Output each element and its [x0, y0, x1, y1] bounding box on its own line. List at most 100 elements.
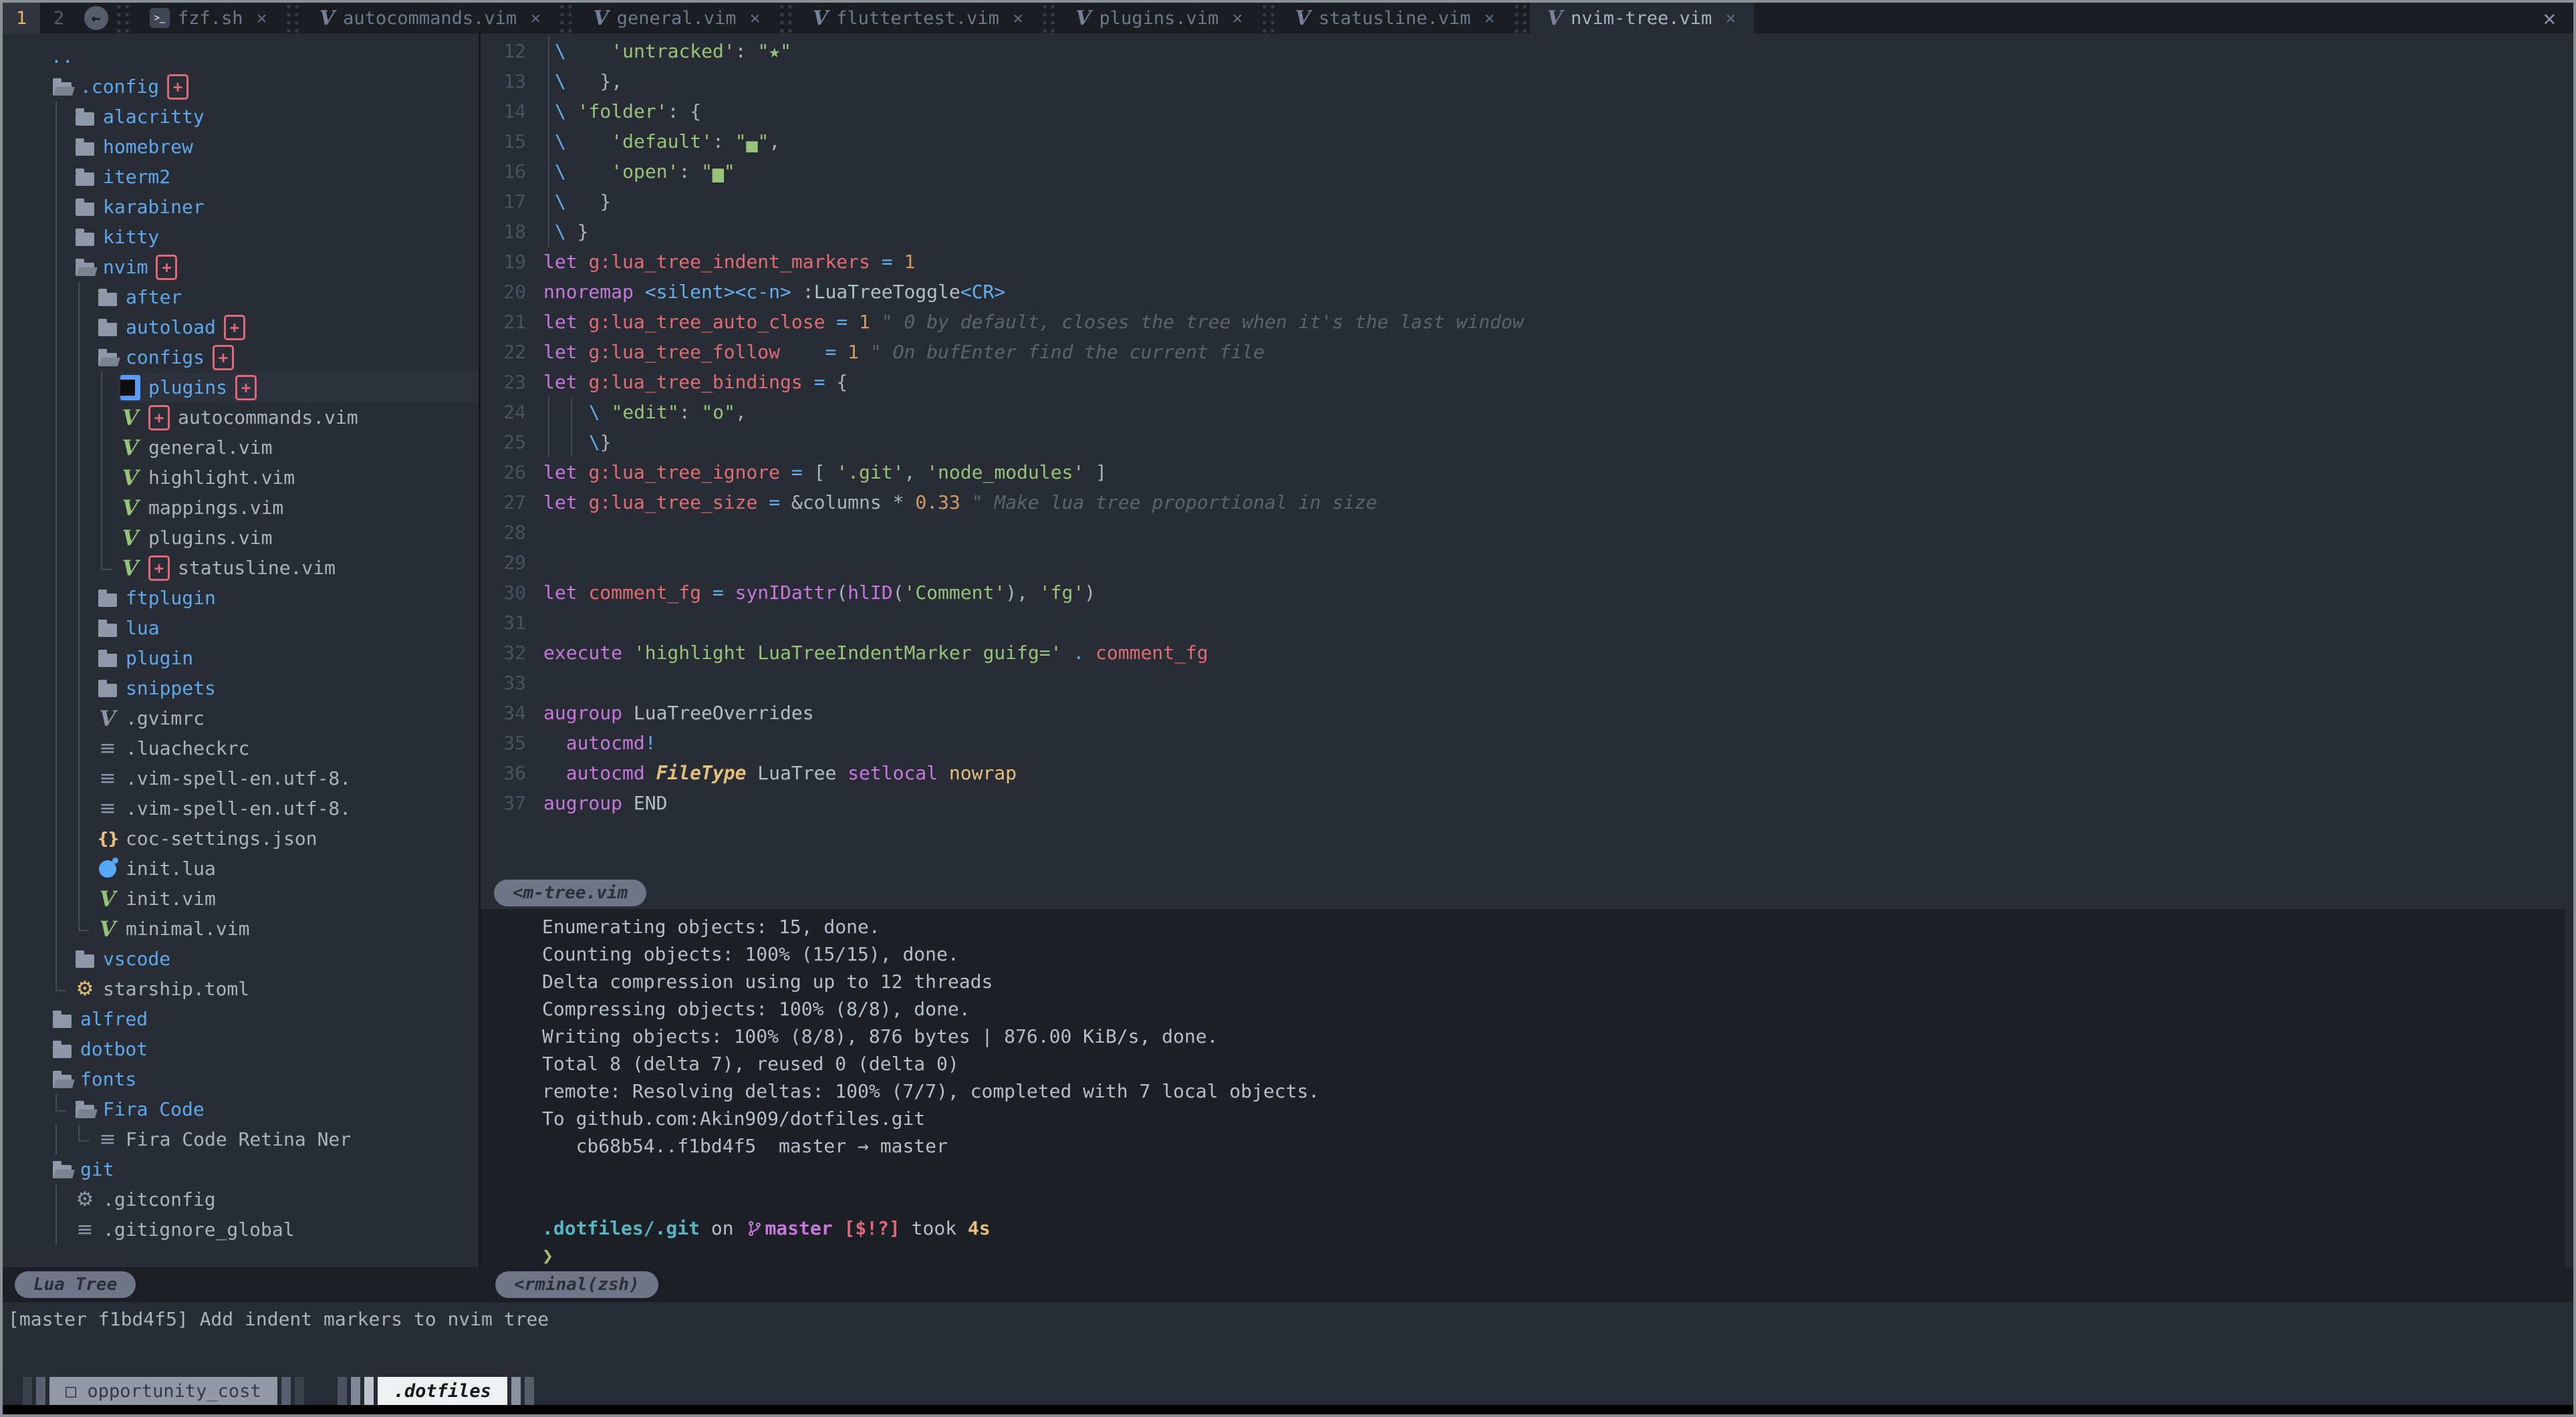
- buffer-close-icon[interactable]: ×: [1484, 8, 1495, 29]
- line-number: 37: [481, 792, 526, 814]
- code-token: \: [555, 130, 566, 152]
- folder-icon: [51, 1006, 74, 1033]
- code-line: 30let comment_fg = synIDattr(hlID('Comme…: [481, 577, 2573, 608]
- tree-item-vscode[interactable]: vscode: [3, 944, 479, 974]
- buffer-close-icon[interactable]: ×: [1013, 8, 1023, 29]
- line-number: 25: [481, 431, 526, 453]
- buffer-tab-nvim-tree.vim[interactable]: Vnvim-tree.vim×: [1530, 3, 1754, 33]
- bottom-black-strip: [3, 1405, 2573, 1414]
- buffer-close-icon[interactable]: ×: [530, 8, 541, 29]
- terminal-token: remote: Resolving deltas: 100% (7/7), co…: [542, 1080, 1319, 1102]
- buffer-tab-fluttertest.vim[interactable]: Vfluttertest.vim×: [795, 3, 1041, 33]
- tree-item-iterm2[interactable]: iterm2: [3, 162, 479, 192]
- tree-item-label: init.lua: [126, 858, 216, 880]
- code-token: =: [825, 311, 859, 333]
- tree-item-kitty[interactable]: kitty: [3, 222, 479, 252]
- tree-item-statusline.vim[interactable]: V+statusline.vim: [3, 553, 479, 583]
- code-token: let: [543, 582, 588, 604]
- tree-item-ftplugin[interactable]: ftplugin: [3, 583, 479, 613]
- tree-item-snippets[interactable]: snippets: [3, 673, 479, 703]
- tree-item-label: .luacheckrc: [126, 737, 249, 759]
- tabpage-2[interactable]: 2: [40, 3, 78, 33]
- tree-item-.gitignore-global[interactable]: ≡.gitignore_global: [3, 1214, 479, 1245]
- tree-item-.gitconfig[interactable]: ⚙.gitconfig: [3, 1184, 479, 1214]
- tree-item-dotbot[interactable]: dotbot: [3, 1034, 479, 1064]
- tree-item-label: fonts: [80, 1068, 136, 1090]
- code-editor[interactable]: 12\ 'untracked': "★"13\ },14\ 'folder': …: [481, 33, 2573, 877]
- code-token: \: [555, 190, 566, 213]
- tree-item-highlight.vim[interactable]: Vhighlight.vim: [3, 463, 479, 493]
- code-token: .: [1061, 642, 1096, 664]
- tree-item-Fira-Code[interactable]: Fira Code: [3, 1094, 479, 1124]
- tree-item-Fira-Code-Retina-Ner[interactable]: ≡Fira Code Retina Ner: [3, 1124, 479, 1154]
- code-line: 34augroup LuaTreeOverrides: [481, 698, 2573, 728]
- tree-item-nvim[interactable]: nvim+: [3, 252, 479, 282]
- buffer-tab-label: general.vim: [617, 8, 737, 29]
- tmux-window-opportunity-cost[interactable]: □ opportunity_cost: [49, 1377, 277, 1405]
- tree-item-coc-settings.json[interactable]: {}coc-settings.json: [3, 823, 479, 854]
- terminal-pane[interactable]: Enumerating objects: 15, done.Counting o…: [481, 909, 2573, 1267]
- tree-item-homebrew[interactable]: homebrew: [3, 132, 479, 162]
- tree-item-label: kitty: [103, 226, 159, 248]
- tree-item-fonts[interactable]: fonts: [3, 1064, 479, 1094]
- tree-item-git[interactable]: git: [3, 1154, 479, 1184]
- tree-item-configs[interactable]: configs+: [3, 342, 479, 372]
- tree-item-karabiner[interactable]: karabiner: [3, 192, 479, 222]
- tree-item-..[interactable]: ..: [3, 41, 479, 72]
- tree-item-plugins.vim[interactable]: Vplugins.vim: [3, 523, 479, 553]
- code-token: : {: [668, 100, 702, 122]
- buffer-tab-general.vim[interactable]: Vgeneral.vim×: [575, 3, 777, 33]
- code-token: "edit": [600, 401, 679, 423]
- tabpage-1[interactable]: 1: [3, 3, 40, 33]
- buffer-close-icon[interactable]: ×: [1725, 8, 1736, 29]
- tree-item-label: iterm2: [103, 166, 170, 188]
- text-file-icon: ≡: [96, 795, 119, 822]
- buffer-close-icon[interactable]: ×: [750, 8, 761, 29]
- tmux-window-dotfiles[interactable]: .dotfiles: [378, 1377, 507, 1405]
- tree-item-minimal.vim[interactable]: Vminimal.vim: [3, 914, 479, 944]
- code-line: 33: [481, 668, 2573, 698]
- buffer-tab-autocommands.vim[interactable]: Vautocommands.vim×: [302, 3, 559, 33]
- tree-item-.luacheckrc[interactable]: ≡.luacheckrc: [3, 733, 479, 763]
- tree-item-alacritty[interactable]: alacritty: [3, 102, 479, 132]
- buffer-tab-plugins.vim[interactable]: Vplugins.vim×: [1058, 3, 1260, 33]
- code-token: [566, 100, 577, 122]
- buffer-tab-statusline.vim[interactable]: Vstatusline.vim×: [1278, 3, 1513, 33]
- indent-guide: [543, 217, 555, 247]
- tree-item-starship.toml[interactable]: ⚙starship.toml: [3, 974, 479, 1004]
- tree-item-mappings.vim[interactable]: Vmappings.vim: [3, 493, 479, 523]
- tree-item-label: .gitconfig: [103, 1188, 216, 1210]
- tree-item-plugin[interactable]: plugin: [3, 643, 479, 673]
- code-line: 21let g:lua_tree_auto_close = 1 " 0 by d…: [481, 307, 2573, 337]
- tree-guide: [51, 162, 74, 192]
- vim-file-icon: V: [119, 434, 142, 461]
- tree-item-after[interactable]: after: [3, 282, 479, 312]
- tree-item-.gvimrc[interactable]: V.gvimrc: [3, 703, 479, 733]
- buffer-close-icon[interactable]: ×: [1232, 8, 1243, 29]
- code-line: 37augroup END: [481, 788, 2573, 818]
- tree-item-label: general.vim: [148, 436, 272, 459]
- tree-item-.config[interactable]: .config+: [3, 72, 479, 102]
- code-token: \: [555, 221, 566, 243]
- tree-item-init.vim[interactable]: Vinit.vim: [3, 884, 479, 914]
- close-all-icon[interactable]: ✕: [2526, 5, 2573, 31]
- tree-item-.vim-spell-en.utf-8.[interactable]: ≡.vim-spell-en.utf-8.: [3, 763, 479, 793]
- terminal-token: took: [900, 1217, 968, 1239]
- tree-item-plugins[interactable]: plugins+: [3, 372, 479, 402]
- folder-shape: [98, 684, 117, 697]
- tree-item-init.lua[interactable]: init.lua: [3, 854, 479, 884]
- tree-item-general.vim[interactable]: Vgeneral.vim: [3, 432, 479, 463]
- tree-item-lua[interactable]: lua: [3, 613, 479, 643]
- terminal-token: To github.com:Akin909/dotfiles.git: [542, 1108, 925, 1130]
- tree-item-autoload[interactable]: autoload+: [3, 312, 479, 342]
- tree-item-.vim-spell-en.utf-8.[interactable]: ≡.vim-spell-en.utf-8.: [3, 793, 479, 823]
- tree-item-autocommands.vim[interactable]: V+autocommands.vim: [3, 402, 479, 432]
- back-arrow-icon[interactable]: ←: [84, 6, 108, 30]
- code-line: 23let g:lua_tree_bindings = {: [481, 367, 2573, 397]
- tree-item-alfred[interactable]: alfred: [3, 1004, 479, 1034]
- buffer-close-icon[interactable]: ×: [257, 8, 267, 29]
- tree-guide: [96, 402, 119, 432]
- buffer-tab-fzf.sh[interactable]: >_fzf.sh×: [132, 3, 285, 33]
- tree-guide: [74, 282, 96, 312]
- buffer-tab-label: autocommands.vim: [343, 8, 517, 29]
